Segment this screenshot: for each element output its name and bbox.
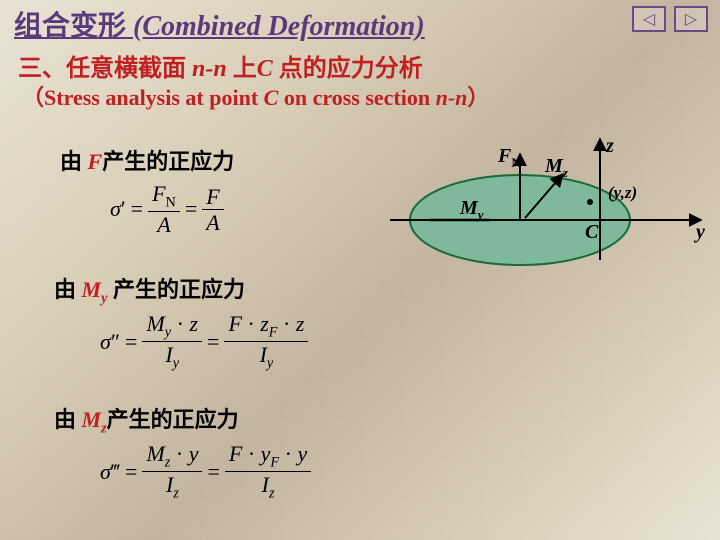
point-coords: (y,z) bbox=[608, 183, 637, 202]
f1-FN: F bbox=[152, 181, 165, 206]
f2-z: z bbox=[189, 311, 198, 336]
sub-open: （ bbox=[22, 85, 44, 110]
l1-F: F bbox=[88, 149, 103, 174]
section-heading: 三、任意横截面 n-n 上C 点的应力分析 bbox=[18, 48, 423, 83]
f3-F: F bbox=[229, 441, 242, 466]
slide-title: 组合变形 (Combined Deformation) bbox=[14, 4, 425, 44]
f1-A1: A bbox=[153, 212, 174, 236]
cross-section-diagram: FN Mz My z y C (y,z) bbox=[390, 140, 710, 290]
l3-pre: 由 bbox=[54, 407, 82, 432]
triangle-right-icon: ▷ bbox=[685, 9, 697, 29]
heading-suffix: 点的应力分析 bbox=[273, 56, 423, 82]
f3-yF: y bbox=[261, 441, 271, 466]
l2-pre: 由 bbox=[54, 277, 82, 302]
sub-close: ） bbox=[467, 85, 489, 110]
f3-Izs: z bbox=[173, 486, 179, 502]
f3-prime: ‴ bbox=[111, 459, 120, 485]
heading-C: C bbox=[257, 56, 273, 82]
title-en: (Combined Deformation) bbox=[133, 11, 425, 42]
stress-from-My-label: 由 My 产生的正应力 bbox=[54, 272, 245, 307]
l2-M: M bbox=[82, 277, 102, 302]
f1-prime: ′ bbox=[121, 196, 126, 222]
f2-prime: ″ bbox=[111, 329, 120, 355]
l1-post: 产生的正应力 bbox=[102, 149, 234, 174]
f3-yFs: F bbox=[270, 454, 279, 470]
section-subheading: （Stress analysis at point C on cross sec… bbox=[22, 80, 489, 112]
sub-nn: n-n bbox=[436, 85, 468, 110]
title-cn: 组合变形 bbox=[14, 10, 126, 41]
next-button[interactable]: ▷ bbox=[674, 6, 708, 32]
FN-label: FN bbox=[497, 145, 521, 170]
l3-post: 产生的正应力 bbox=[107, 407, 239, 432]
Mz-label: Mz bbox=[544, 155, 569, 180]
z-axis-label: z bbox=[605, 135, 614, 157]
formula-sigma-prime: σ′ = FN A = F A bbox=[110, 182, 224, 236]
f2-My: M bbox=[146, 311, 164, 336]
f2-Iys: y bbox=[173, 356, 179, 372]
f2-Iy2: I bbox=[260, 342, 267, 367]
f3-y: y bbox=[189, 441, 199, 466]
nav-buttons: ◁ ▷ bbox=[632, 6, 708, 32]
f2-Iys2: y bbox=[267, 356, 273, 372]
heading-nn: n-n bbox=[192, 56, 227, 82]
heading-prefix: 三、任意横截面 bbox=[18, 56, 192, 82]
prev-button[interactable]: ◁ bbox=[632, 6, 666, 32]
triangle-left-icon: ◁ bbox=[643, 9, 655, 29]
formula-sigma-triple-prime: σ‴ = Mz · y Iz = F · yF · y Iz bbox=[100, 442, 311, 502]
stress-from-F-label: 由 F产生的正应力 bbox=[60, 144, 234, 176]
f1-sigma: σ bbox=[110, 196, 121, 222]
f2-zF: z bbox=[260, 311, 269, 336]
f3-Iz2: I bbox=[262, 472, 269, 497]
C-label: C bbox=[585, 221, 599, 243]
sub-t2: on cross section bbox=[278, 85, 435, 110]
f2-Iy: I bbox=[165, 342, 172, 367]
f2-zFs: F bbox=[269, 324, 278, 340]
f1-F: F bbox=[202, 185, 223, 210]
heading-mid: 上 bbox=[227, 56, 257, 82]
y-axis-label: y bbox=[694, 221, 705, 243]
f2-F: F bbox=[228, 311, 241, 336]
sub-C: C bbox=[264, 85, 279, 110]
formula-sigma-double-prime: σ″ = My · z Iy = F · zF · z Iy bbox=[100, 312, 308, 372]
l3-M: M bbox=[82, 407, 102, 432]
stress-from-Mz-label: 由 Mz产生的正应力 bbox=[54, 402, 239, 437]
f1-FNs: N bbox=[166, 194, 176, 210]
f2-z2: z bbox=[296, 311, 305, 336]
sub-t1: Stress analysis at point bbox=[44, 85, 264, 110]
f3-y2: y bbox=[297, 441, 307, 466]
f3-sigma: σ bbox=[100, 459, 111, 485]
f1-A2: A bbox=[202, 210, 223, 234]
f2-sigma: σ bbox=[100, 329, 111, 355]
l2-post: 产生的正应力 bbox=[107, 277, 245, 302]
f3-Izs2: z bbox=[269, 486, 275, 502]
point-C bbox=[587, 199, 593, 205]
f3-Mz: M bbox=[146, 441, 164, 466]
l1-pre: 由 bbox=[60, 149, 88, 174]
